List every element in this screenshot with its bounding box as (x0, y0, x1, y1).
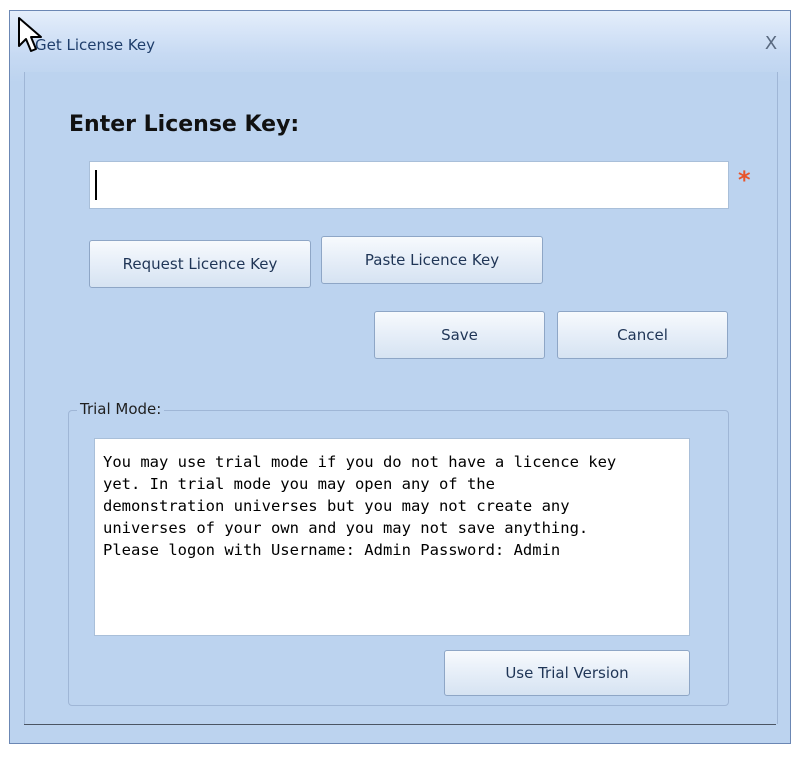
paste-licence-key-button[interactable]: Paste Licence Key (321, 236, 543, 284)
trial-mode-description[interactable]: You may use trial mode if you do not hav… (94, 438, 690, 636)
cancel-button[interactable]: Cancel (557, 311, 728, 359)
mouse-pointer-icon (18, 17, 42, 52)
dialog-bottom-border (24, 724, 776, 733)
license-key-input[interactable] (89, 161, 729, 209)
required-indicator: * (738, 166, 751, 194)
save-button[interactable]: Save (374, 311, 545, 359)
enter-key-heading: Enter License Key: (69, 112, 300, 137)
window-title: Get License Key (35, 36, 156, 54)
use-trial-version-button[interactable]: Use Trial Version (444, 650, 690, 696)
request-licence-key-button[interactable]: Request Licence Key (89, 240, 311, 288)
trial-mode-label: Trial Mode: (77, 400, 165, 418)
close-icon[interactable]: X (758, 33, 784, 55)
text-caret (95, 170, 97, 200)
